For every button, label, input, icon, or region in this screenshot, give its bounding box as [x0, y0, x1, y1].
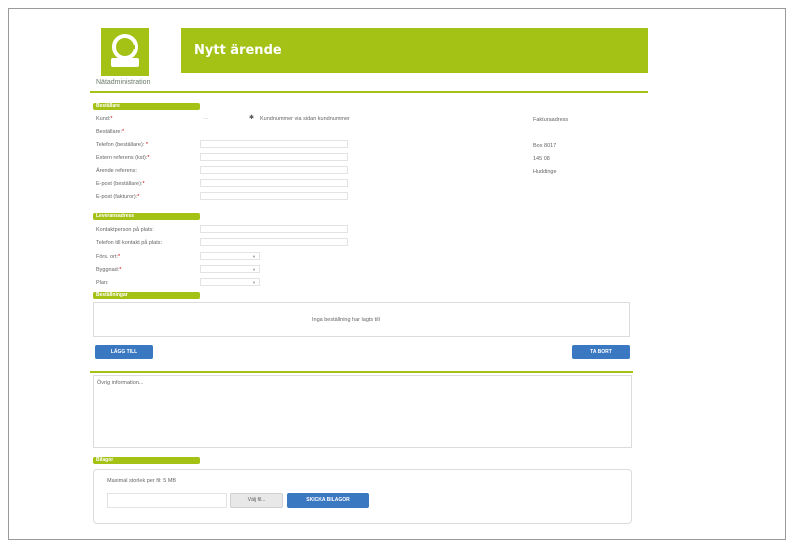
- telefon-kontakt-field[interactable]: [200, 238, 348, 246]
- headset-icon: [111, 34, 139, 67]
- other-info-textarea[interactable]: Övrig information...: [93, 375, 632, 448]
- extern-ref-field[interactable]: [200, 153, 348, 161]
- epost-fakturor-label: E-post (fakturor):*: [96, 194, 140, 200]
- kund-value: ---: [203, 116, 209, 122]
- plan-select[interactable]: ▼: [200, 278, 260, 286]
- app-logo: [101, 28, 149, 76]
- epost-bestallare-label: E-post (beställare):*: [96, 181, 145, 187]
- fors-ort-select[interactable]: ▼: [200, 252, 260, 260]
- invoice-line-2: 145 08: [533, 156, 550, 162]
- other-info-placeholder: Övrig information...: [97, 380, 144, 386]
- arende-ref-label: Ärende referens:: [96, 168, 137, 174]
- logo-subtitle: Nätadministration: [96, 79, 151, 86]
- kund-label: Kund:*: [96, 116, 113, 122]
- telefon-kontakt-label: Telefon till kontakt på plats:: [96, 240, 163, 246]
- remove-order-button[interactable]: TA BORT: [572, 345, 630, 359]
- invoice-heading: Fakturaadress: [533, 117, 569, 123]
- page-title: Nytt ärende: [194, 43, 282, 58]
- upload-attachments-button[interactable]: SKICKA BILAGOR: [287, 493, 369, 508]
- add-order-button[interactable]: LÄGG TILL: [95, 345, 153, 359]
- section-bestallare: Beställare: [93, 103, 200, 110]
- kontaktperson-label: Kontaktperson på plats:: [96, 227, 154, 233]
- section-bilagor: Bilagor: [93, 457, 200, 464]
- byggnad-select[interactable]: ▼: [200, 265, 260, 273]
- section-bestallningar: Beställningar: [93, 292, 200, 299]
- plan-label: Plan:: [96, 280, 109, 286]
- kund-help-link[interactable]: Kundnummer via sidan kundnummer: [260, 116, 350, 122]
- orders-empty-text: Inga beställning har lagts till: [312, 317, 380, 323]
- invoice-line-1: Box 8017: [533, 143, 557, 149]
- header-divider: [90, 91, 648, 93]
- browse-button[interactable]: Välj fil...: [230, 493, 283, 508]
- orders-divider: [90, 371, 633, 373]
- invoice-line-3: Huddinge: [533, 169, 557, 175]
- epost-bestallare-field[interactable]: [200, 179, 348, 187]
- telefon-label: Telefon (beställare): *: [96, 142, 148, 148]
- byggnad-label: Byggnad:*: [96, 267, 122, 273]
- section-leveransadress: Leveransadress: [93, 213, 200, 220]
- chevron-down-icon: ▼: [252, 254, 256, 259]
- max-size-text: Maximal storlek per fil: 5 MB: [107, 478, 177, 484]
- fors-ort-label: Förs. ort:*: [96, 254, 121, 260]
- epost-fakturor-field[interactable]: [200, 192, 348, 200]
- extern-ref-label: Extern referens (kst):*: [96, 155, 150, 161]
- bestallare-label: Beställare:*: [96, 129, 125, 135]
- arende-ref-field[interactable]: [200, 166, 348, 174]
- chevron-down-icon: ▼: [252, 267, 256, 272]
- chevron-down-icon: ▼: [252, 280, 256, 285]
- info-icon[interactable]: ✱: [249, 114, 254, 121]
- file-path-field[interactable]: [107, 493, 227, 508]
- kontaktperson-field[interactable]: [200, 225, 348, 233]
- telefon-field[interactable]: [200, 140, 348, 148]
